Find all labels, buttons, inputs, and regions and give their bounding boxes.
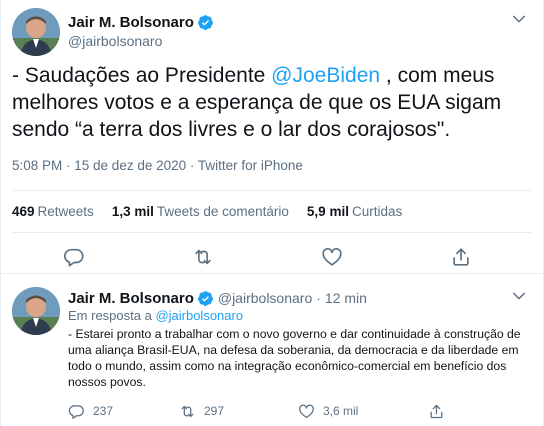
avatar[interactable] xyxy=(12,8,60,56)
replies-count: 1,3 mil xyxy=(111,204,154,219)
author-name[interactable]: Jair M. Bolsonaro xyxy=(68,14,194,31)
like-action[interactable]: 3,6 mil xyxy=(298,402,358,420)
tweet-actions xyxy=(0,244,544,270)
author-handle[interactable]: @jairbolsonaro xyxy=(218,290,312,306)
separator: · xyxy=(316,290,321,306)
mention-link[interactable]: @JoeBiden xyxy=(271,64,380,87)
replies-stat[interactable]: 1,3 mil Tweets de comentário xyxy=(112,204,289,219)
reply-to-prefix: Em resposta a xyxy=(68,308,156,323)
retweets-count: 469 xyxy=(12,204,35,219)
likes-count: 5,9 mil xyxy=(306,204,349,219)
author-handle[interactable]: @jairbolsonaro xyxy=(68,33,214,49)
tweet-text-before: - Saudações ao Presidente xyxy=(12,64,272,87)
tweet-text: - Saudações ao Presidente @JoeBiden , co… xyxy=(12,62,532,143)
reply-to-handle[interactable]: @jairbolsonaro xyxy=(155,308,243,323)
replies-label: Tweets de comentário xyxy=(156,204,289,219)
retweet-icon xyxy=(181,405,194,417)
tweet-stats: 469 Retweets 1,3 mil Tweets de comentário … xyxy=(12,204,420,219)
divider xyxy=(12,190,532,191)
like-icon[interactable] xyxy=(321,246,343,268)
verified-badge-icon xyxy=(197,14,213,30)
reply-icon[interactable] xyxy=(63,246,85,268)
chevron-down-icon[interactable] xyxy=(510,10,528,28)
share-icon xyxy=(430,404,443,418)
verified-badge-icon xyxy=(197,290,213,306)
tweet-timestamp[interactable]: 5:08 PM · 15 de dez de 2020 · Twitter fo… xyxy=(12,158,303,173)
author-name[interactable]: Jair M. Bolsonaro xyxy=(68,290,194,307)
likes-label: Curtidas xyxy=(351,204,403,219)
reply-tweet[interactable]: Jair M. Bolsonaro @jairbolsonaro · 12 mi… xyxy=(0,275,544,426)
reply-count: 237 xyxy=(93,404,114,418)
avatar[interactable] xyxy=(12,287,60,335)
reply-actions: 237 297 3,6 mil xyxy=(68,402,448,422)
reply-to-line: Em resposta a @jairbolsonaro xyxy=(68,308,243,323)
main-tweet: Jair M. Bolsonaro @jairbolsonaro - Sauda… xyxy=(0,0,544,274)
retweets-stat[interactable]: 469 Retweets xyxy=(12,204,94,219)
divider xyxy=(12,232,532,233)
chevron-down-icon[interactable] xyxy=(510,287,528,305)
retweet-count: 297 xyxy=(204,404,225,418)
tweet-time[interactable]: 12 min xyxy=(325,290,367,306)
retweets-label: Retweets xyxy=(37,204,94,219)
like-count: 3,6 mil xyxy=(323,404,359,418)
retweet-icon[interactable] xyxy=(192,246,214,268)
likes-stat[interactable]: 5,9 mil Curtidas xyxy=(307,204,402,219)
like-icon xyxy=(299,404,314,418)
retweet-action[interactable]: 297 xyxy=(179,402,224,420)
reply-icon xyxy=(68,404,84,419)
reply-action[interactable]: 237 xyxy=(68,402,113,420)
share-action[interactable] xyxy=(428,402,453,420)
reply-text: - Estarei pronto a trabalhar com o novo … xyxy=(68,327,521,389)
share-icon[interactable] xyxy=(450,246,472,268)
